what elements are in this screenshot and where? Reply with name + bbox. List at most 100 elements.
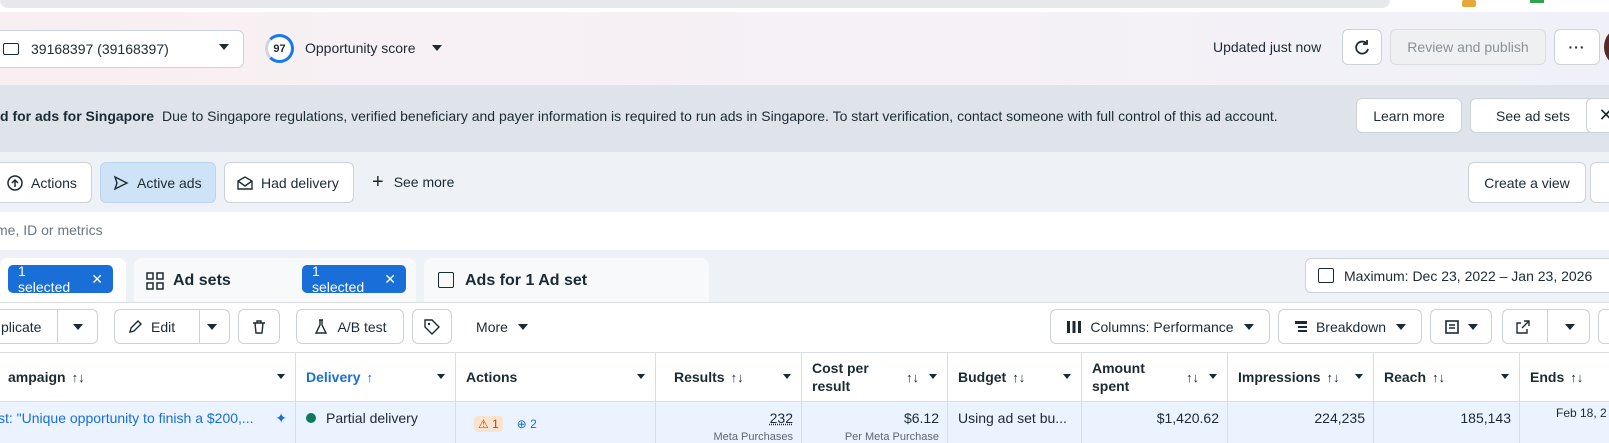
column-header-label: Actions xyxy=(466,369,518,385)
sort-icon[interactable]: ↑↓ xyxy=(1326,370,1339,385)
column-header-delivery[interactable]: Delivery ↑ xyxy=(296,352,456,402)
column-header-reach[interactable]: Reach ↑↓ xyxy=(1374,352,1520,402)
see-more-label: See more xyxy=(393,174,455,190)
sort-icon[interactable]: ↑↓ xyxy=(906,370,919,385)
extension-badge-icon[interactable] xyxy=(1462,0,1476,7)
chevron-down-icon[interactable] xyxy=(1063,374,1071,379)
filter-actions[interactable]: Actions xyxy=(0,162,92,203)
chevron-down-icon[interactable] xyxy=(1355,374,1363,379)
clear-selection-icon[interactable]: ✕ xyxy=(91,271,103,288)
filter-had-delivery-label: Had delivery xyxy=(261,174,339,191)
sort-icon[interactable]: ↑↓ xyxy=(1012,370,1025,385)
export-button[interactable] xyxy=(1502,309,1590,344)
export-icon xyxy=(1516,319,1530,334)
column-header-campaign[interactable]: ampaign ↑↓ xyxy=(0,352,296,402)
column-header-label: Delivery xyxy=(306,369,361,385)
campaigns-selected-pill[interactable]: 1 selected ✕ xyxy=(8,263,113,295)
chevron-down-icon[interactable] xyxy=(73,324,83,330)
chevron-down-icon[interactable] xyxy=(1501,374,1509,379)
more-actions-button[interactable]: More xyxy=(462,309,542,344)
chevron-down-icon[interactable] xyxy=(432,45,442,51)
column-header-actions[interactable]: Actions xyxy=(456,352,656,402)
opportunity-score-ring[interactable]: 97 xyxy=(265,34,294,63)
sort-icon[interactable]: ↑↓ xyxy=(1432,370,1445,385)
delete-button[interactable] xyxy=(238,309,280,344)
column-header-budget[interactable]: Budget ↑↓ xyxy=(948,352,1082,402)
cell-cost-per-result: $6.12 Per Meta Purchase xyxy=(802,402,948,443)
date-range-picker[interactable]: Maximum: Dec 23, 2022 – Jan 23, 2026 xyxy=(1305,258,1609,293)
learn-more-button[interactable]: Learn more xyxy=(1356,98,1462,133)
chevron-down-icon[interactable] xyxy=(637,374,645,379)
address-bar[interactable] xyxy=(0,0,1390,8)
extension-icon[interactable] xyxy=(1530,0,1544,3)
status-dot-icon xyxy=(306,413,316,423)
refresh-icon xyxy=(1355,40,1369,55)
opportunity-score-label[interactable]: Opportunity score xyxy=(305,40,416,56)
filter-had-delivery[interactable]: Had delivery xyxy=(224,162,354,203)
columns-icon xyxy=(1067,320,1082,333)
delivery-status-label: Partial delivery xyxy=(326,410,418,426)
chevron-down-icon[interactable] xyxy=(783,374,791,379)
account-name: 39168397 (39168397) xyxy=(31,41,169,57)
calendar-icon xyxy=(1318,268,1334,283)
opportunity-score-value: 97 xyxy=(273,42,286,55)
more-options-button[interactable]: ··· xyxy=(1554,29,1600,65)
cell-results: 232 Meta Purchases xyxy=(656,402,802,443)
view-settings-button[interactable] xyxy=(1590,162,1609,203)
edit-label: Edit xyxy=(151,318,176,335)
results-value: 232 xyxy=(769,410,793,426)
duplicate-button[interactable]: plicate xyxy=(0,309,98,344)
chevron-down-icon[interactable] xyxy=(1565,324,1575,330)
chevron-down-icon[interactable] xyxy=(929,374,937,379)
column-header-label: Impressions xyxy=(1238,369,1321,385)
campaign-link[interactable]: st: "Unique opportunity to finish a $200… xyxy=(0,410,268,426)
refresh-button[interactable] xyxy=(1342,29,1382,65)
clear-selection-icon[interactable]: ✕ xyxy=(384,271,396,288)
ad-sets-selected-pill[interactable]: 1 selected ✕ xyxy=(302,263,406,295)
cell-campaign[interactable]: st: "Unique opportunity to finish a $200… xyxy=(0,402,296,443)
breakdown-button[interactable]: Breakdown xyxy=(1278,309,1422,344)
sort-icon[interactable]: ↑↓ xyxy=(1186,370,1199,385)
column-header-label: Reach xyxy=(1384,369,1427,385)
sort-icon[interactable]: ↑↓ xyxy=(731,370,744,385)
column-header-impressions[interactable]: Impressions ↑↓ xyxy=(1228,352,1374,402)
warning-badge[interactable]: ⚠ 1 xyxy=(474,416,503,432)
ab-test-button[interactable]: A/B test xyxy=(296,309,404,344)
report-icon xyxy=(1445,319,1459,334)
create-view-button[interactable]: Create a view xyxy=(1468,162,1586,203)
sort-ascending-icon[interactable]: ↑ xyxy=(366,370,373,385)
see-more-filters[interactable]: + See more xyxy=(372,172,455,192)
sort-icon[interactable]: ↑↓ xyxy=(72,370,85,385)
duplicate-label: plicate xyxy=(1,318,42,335)
chevron-down-icon[interactable] xyxy=(437,374,445,379)
chevron-down-icon[interactable] xyxy=(277,374,285,379)
filter-active-ads[interactable]: Active ads xyxy=(100,162,216,203)
cell-actions: ⚠ 1 ⊕ 2 xyxy=(456,402,656,443)
edit-button[interactable]: Edit xyxy=(114,309,230,344)
reports-button[interactable] xyxy=(1430,309,1492,344)
columns-button[interactable]: Columns: Performance xyxy=(1050,309,1270,344)
flask-icon xyxy=(315,318,328,334)
chart-toggle-button[interactable] xyxy=(1598,309,1609,344)
sort-icon[interactable]: ↑↓ xyxy=(1570,370,1583,385)
column-header-cost-per-result[interactable]: Cost per result ↑↓ xyxy=(802,352,948,402)
chevron-down-icon[interactable] xyxy=(207,324,217,330)
search-input[interactable] xyxy=(0,222,596,238)
column-header-ends[interactable]: Ends ↑↓ xyxy=(1520,352,1609,402)
column-header-label: Amount spent xyxy=(1092,359,1145,395)
account-selector[interactable]: 39168397 (39168397) xyxy=(0,30,244,68)
chevron-down-icon[interactable] xyxy=(1209,374,1217,379)
filter-actions-label: Actions xyxy=(31,174,77,191)
recommendation-badge[interactable]: ⊕ 2 xyxy=(517,417,537,431)
tag-button[interactable] xyxy=(412,309,452,344)
chevron-down-icon xyxy=(1243,323,1254,330)
column-header-amount-spent[interactable]: Amount spent ↑↓ xyxy=(1082,352,1228,402)
column-header-results[interactable]: Results ↑↓ xyxy=(656,352,802,402)
results-sub: Meta Purchases xyxy=(713,431,793,443)
see-ad-sets-button[interactable]: See ad sets xyxy=(1470,98,1596,133)
close-banner-button[interactable]: ✕ xyxy=(1586,98,1609,133)
columns-label: Columns: Performance xyxy=(1090,318,1234,335)
pin-icon[interactable]: ✦ xyxy=(275,410,287,427)
review-publish-button[interactable]: Review and publish xyxy=(1390,29,1546,65)
impressions-value: 224,235 xyxy=(1314,410,1365,426)
